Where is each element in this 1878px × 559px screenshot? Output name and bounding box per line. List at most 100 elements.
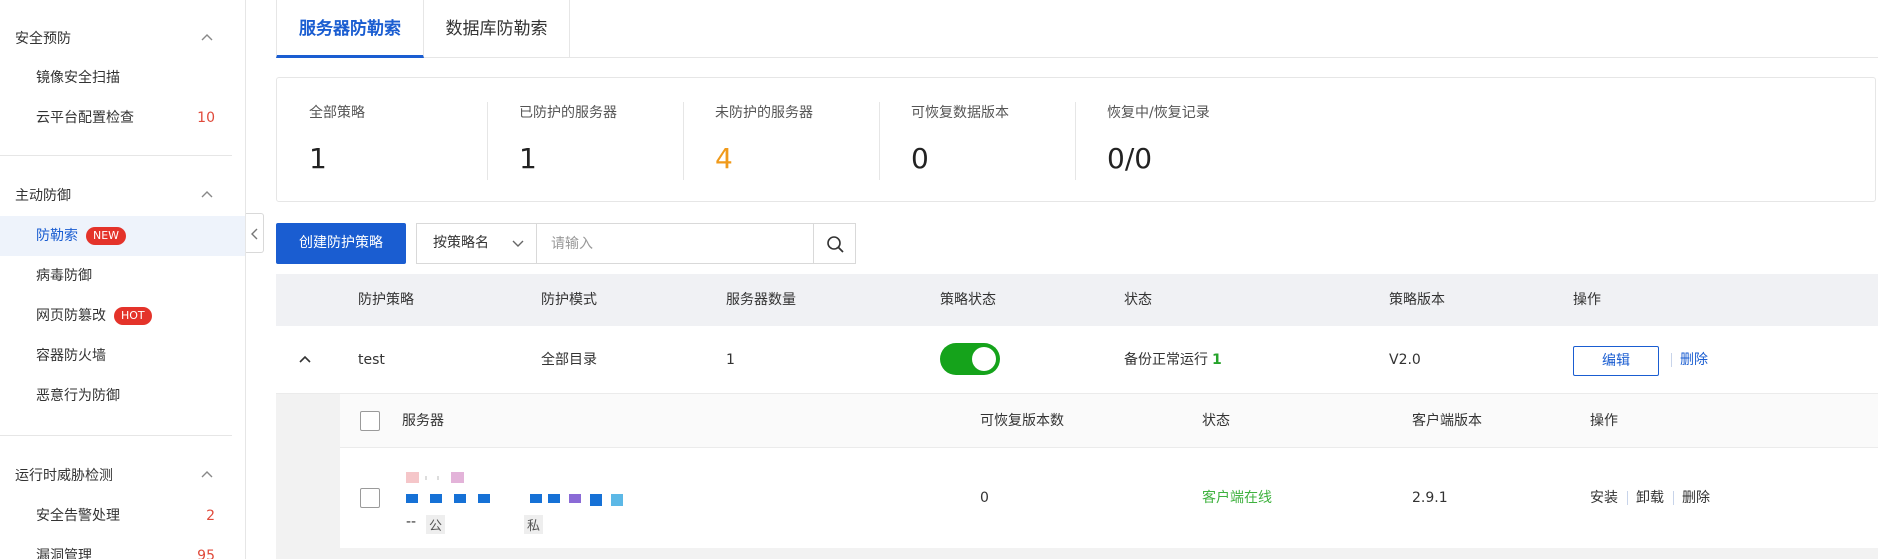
column-header: 可恢复版本数 (980, 413, 1064, 429)
hot-badge: HOT (114, 307, 152, 325)
divider (1671, 353, 1672, 367)
sidebar-item-vuln-mgmt[interactable]: 漏洞管理 95 (0, 536, 245, 559)
redacted-block (425, 476, 427, 480)
policy-version: V2.0 (1389, 352, 1421, 368)
stat-value: 0 (911, 142, 929, 175)
status-text: 备份正常运行 1 (1124, 326, 1222, 394)
sidebar-item-image-scan[interactable]: 镜像安全扫描 (0, 58, 245, 98)
server-info-redacted: -- 公 私 (406, 472, 696, 536)
public-ip-tag: 公 (426, 515, 446, 534)
policy-table-header: 防护策略 防护模式 服务器数量 策略状态 状态 策略版本 操作 (276, 274, 1878, 326)
count-badge: 10 (197, 110, 215, 126)
search-button[interactable] (813, 223, 856, 264)
redacted-block (437, 476, 439, 480)
column-header: 操作 (1590, 413, 1618, 429)
divider (0, 435, 232, 436)
column-header: 防护策略 (358, 292, 414, 308)
sidebar-group-title[interactable]: 安全预防 (15, 27, 71, 51)
server-row: -- 公 私 0 客户端在线 2.9.1 安装 卸载 删除 (340, 448, 1878, 548)
ip-prefix: -- (406, 514, 417, 530)
chevron-up-icon[interactable] (200, 468, 214, 482)
sidebar-item-web-tamper[interactable]: 网页防篡改 HOT (0, 296, 245, 336)
column-header: 策略状态 (940, 292, 996, 308)
redacted-block (454, 494, 466, 503)
stat-label: 已防护的服务器 (519, 105, 617, 121)
stat-value: 1 (519, 142, 537, 175)
redacted-block (451, 472, 464, 483)
sidebar-item-text: 网页防篡改 (36, 308, 106, 324)
sidebar-item-label: 防勒索 NEW (36, 224, 127, 248)
row-checkbox[interactable] (360, 488, 380, 508)
client-status: 客户端在线 (1202, 490, 1272, 506)
filter-select[interactable]: 按策略名 (416, 223, 536, 264)
sidebar-group-title[interactable]: 主动防御 (15, 184, 71, 208)
column-header: 客户端版本 (1412, 413, 1482, 429)
delete-link[interactable]: 删除 (1680, 326, 1708, 394)
sidebar-item-text: 防勒索 (36, 228, 78, 244)
protection-mode: 全部目录 (541, 352, 597, 368)
column-header: 防护模式 (541, 292, 597, 308)
sidebar-group-title[interactable]: 运行时威胁检测 (15, 464, 113, 488)
status-count[interactable]: 1 (1212, 352, 1222, 368)
redacted-block (406, 494, 418, 503)
stat-recoverable-versions: 可恢复数据版本 0 (879, 78, 1075, 203)
policy-name: test (358, 352, 385, 368)
private-ip-tag: 私 (524, 515, 544, 534)
redacted-block (530, 494, 542, 503)
chevron-up-icon[interactable] (200, 188, 214, 202)
sidebar-item-alert-handling[interactable]: 安全告警处理 2 (0, 496, 245, 536)
column-header: 服务器 (402, 413, 444, 429)
stat-unprotected-servers[interactable]: 未防护的服务器 4 (683, 78, 879, 203)
tab-server-ransomware[interactable]: 服务器防勒索 (276, 0, 424, 58)
select-all-checkbox[interactable] (360, 411, 380, 431)
server-count: 1 (726, 352, 735, 368)
client-version: 2.9.1 (1412, 490, 1448, 506)
column-header: 状态 (1124, 292, 1152, 308)
sidebar-item-malicious-behavior[interactable]: 恶意行为防御 (0, 376, 245, 416)
create-policy-button[interactable]: 创建防护策略 (276, 223, 406, 264)
delete-link[interactable]: 删除 (1682, 448, 1710, 548)
sidebar-item-label: 容器防火墙 (36, 348, 106, 364)
redacted-block (569, 494, 581, 503)
policy-status-toggle[interactable] (940, 343, 1000, 375)
uninstall-link[interactable]: 卸载 (1636, 448, 1664, 548)
install-link[interactable]: 安装 (1590, 448, 1618, 548)
count-badge: 95 (197, 548, 215, 559)
sidebar-item-label: 安全告警处理 (36, 508, 120, 524)
stat-label: 未防护的服务器 (715, 105, 813, 121)
chevron-up-icon[interactable] (200, 31, 214, 45)
filter-select-value: 按策略名 (433, 235, 489, 251)
stat-value: 1 (309, 142, 327, 175)
stat-value: 0/0 (1107, 142, 1153, 175)
chevron-left-icon (251, 228, 258, 240)
count-badge: 2 (206, 508, 215, 524)
search-icon (827, 236, 844, 253)
divider (0, 155, 232, 156)
new-badge: NEW (86, 227, 127, 245)
sidebar-item-label: 云平台配置检查 (36, 110, 134, 126)
stat-all-policies: 全部策略 1 (277, 78, 487, 203)
tab-database-ransomware[interactable]: 数据库防勒索 (424, 0, 570, 58)
table-row: test 全部目录 1 备份正常运行 1 V2.0 编辑 删除 (276, 326, 1878, 394)
search-input[interactable] (536, 223, 814, 264)
sidebar-item-label: 病毒防御 (36, 268, 92, 284)
server-table-header: 服务器 可恢复版本数 状态 客户端版本 操作 (340, 394, 1878, 448)
sidebar-collapse-button[interactable] (246, 213, 264, 253)
stat-value[interactable]: 4 (715, 142, 733, 175)
column-header: 操作 (1573, 292, 1601, 308)
collapse-row-icon[interactable] (298, 353, 312, 371)
redacted-block (590, 494, 602, 506)
redacted-block (478, 494, 490, 503)
sidebar: 安全预防 镜像安全扫描 云平台配置检查 10 主动防御 防勒索 NEW 病毒防御… (0, 0, 246, 559)
divider (1673, 491, 1674, 505)
sidebar-item-label: 漏洞管理 (36, 548, 92, 559)
sidebar-item-container-firewall[interactable]: 容器防火墙 (0, 336, 245, 376)
sidebar-item-ransomware[interactable]: 防勒索 NEW (0, 216, 245, 256)
edit-button[interactable]: 编辑 (1573, 346, 1659, 376)
sidebar-item-cloud-config[interactable]: 云平台配置检查 10 (0, 98, 245, 138)
divider (1627, 491, 1628, 505)
column-header: 服务器数量 (726, 292, 796, 308)
sidebar-item-virus[interactable]: 病毒防御 (0, 256, 245, 296)
redacted-block (406, 472, 419, 483)
stats-panel: 全部策略 1 已防护的服务器 1 未防护的服务器 4 可恢复数据版本 0 恢复中… (276, 77, 1876, 202)
